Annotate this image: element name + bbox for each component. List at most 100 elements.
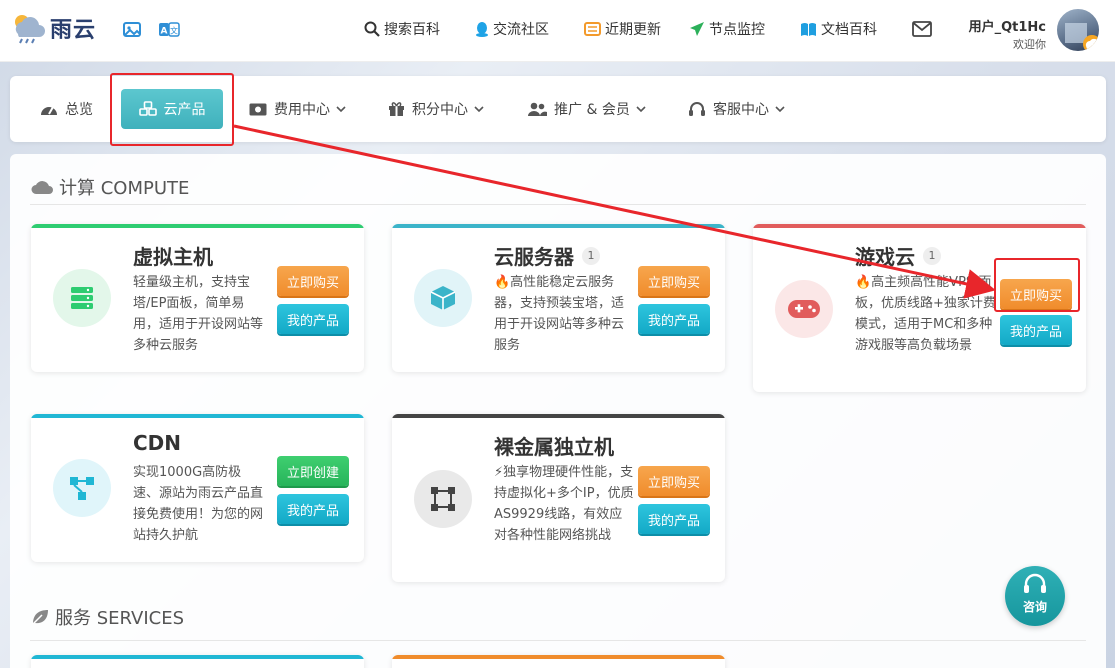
nav-label: 客服中心 [713, 102, 769, 118]
card-stripe [392, 224, 725, 228]
card-stripe [392, 655, 725, 659]
nav-points[interactable]: 积分中心 [388, 76, 484, 142]
product-title-text: CDN [133, 431, 182, 455]
section-title-compute: 计算 COMPUTE [31, 174, 189, 200]
my-products-button[interactable]: 我的产品 [1000, 315, 1072, 345]
buy-button[interactable]: 立即购买 [638, 266, 710, 296]
top-bar: 雨云 A 文 搜索百科 交流社区 近期更新 节点监控 文档百科 用户_Qt1Hc… [0, 0, 1115, 62]
leaf-icon [32, 610, 48, 625]
nav-cloud-products[interactable]: 云产品 [121, 89, 223, 129]
product-icon-wrap [414, 269, 472, 327]
news-icon [584, 22, 601, 36]
user-name: 用户_Qt1Hc [968, 20, 1046, 35]
create-button[interactable]: 立即创建 [277, 456, 349, 486]
product-title: 虚拟主机 [133, 241, 213, 270]
product-desc: 🔥高性能稳定云服务器，支持预装宝塔，适用于开设网站等多种云服务 [494, 275, 625, 353]
paper-plane-icon [690, 22, 704, 36]
product-icon-wrap [414, 470, 472, 528]
translate-icon[interactable]: A 文 [158, 19, 180, 41]
product-desc: ⚡独享物理硬件性能，支持虚拟化+多个IP，优质AS9929线路，有效应对各种性能… [494, 465, 634, 543]
topnav-search[interactable]: 搜索百科 [364, 19, 440, 39]
users-icon [528, 102, 547, 116]
card-stripe [753, 224, 1086, 228]
main-nav: 总览 云产品 费用中心 积分中心 推广 & 会员 客服中心 [10, 76, 1106, 142]
server-icon [71, 287, 93, 309]
count-badge: 1 [582, 246, 600, 265]
card-stripe [31, 224, 364, 228]
topnav-community[interactable]: 交流社区 [475, 19, 549, 39]
buy-button[interactable]: 立即购买 [1000, 279, 1072, 309]
search-icon [364, 21, 380, 37]
card-stripe [31, 414, 364, 418]
brand-logo[interactable]: 雨云 [10, 12, 96, 44]
product-card-baremetal: 裸金属独立机 ⚡独享物理硬件性能，支持虚拟化+多个IP，优质AS9929线路，有… [392, 414, 725, 582]
product-desc: 轻量级主机，支持宝塔/EP面板，简单易用，适用于开设网站等多种云服务 [133, 275, 264, 353]
cubes-icon [138, 101, 157, 116]
headset-icon [1024, 573, 1046, 593]
chevron-down-icon [474, 105, 484, 112]
image-icon[interactable] [122, 19, 144, 41]
nav-referral[interactable]: 推广 & 会员 [528, 76, 646, 142]
consult-button[interactable]: 咨询 [1005, 566, 1065, 626]
avatar-art-icon [1065, 23, 1099, 51]
section-title-text: 计算 COMPUTE [59, 178, 190, 199]
topnav-docs[interactable]: 文档百科 [800, 19, 877, 39]
network-icon [70, 477, 94, 500]
buy-button[interactable]: 立即购买 [277, 266, 349, 296]
product-card-game: 游戏云 1 🔥高主频高性能VPS/面板，优质线路+独家计费模式，适用于MC和多种游… [753, 224, 1086, 392]
topnav-label: 近期更新 [605, 22, 661, 38]
nav-overview[interactable]: 总览 [40, 76, 93, 142]
divider [30, 640, 1086, 641]
card-stripe [31, 655, 364, 659]
nav-label: 总览 [65, 102, 93, 118]
topnav-updates[interactable]: 近期更新 [584, 19, 661, 39]
chevron-down-icon [775, 105, 785, 112]
nav-support[interactable]: 客服中心 [688, 76, 785, 142]
avatar[interactable] [1055, 7, 1101, 53]
mail-icon[interactable] [912, 21, 932, 37]
product-title-text: 裸金属独立机 [494, 435, 614, 459]
nav-billing[interactable]: 费用中心 [249, 76, 346, 142]
product-title: 游戏云 1 [855, 241, 941, 270]
user-greeting: 欢迎你 [1013, 38, 1046, 51]
section-title-services: 服务 SERVICES [31, 604, 184, 630]
product-desc: 🔥高主频高性能VPS/面板，优质线路+独家计费模式，适用于MC和多种游戏服等高负… [855, 275, 996, 353]
my-products-button[interactable]: 我的产品 [638, 504, 710, 534]
cloud-icon [31, 181, 53, 194]
topnav-monitor[interactable]: 节点监控 [689, 19, 765, 39]
divider [30, 204, 1086, 205]
brand-name: 雨云 [50, 18, 97, 43]
topnav-label: 交流社区 [493, 22, 549, 38]
svg-text:文: 文 [170, 26, 178, 36]
cloud-rain-logo-icon [15, 15, 45, 44]
count-badge: 1 [923, 246, 941, 265]
product-title-text: 云服务器 [494, 245, 574, 269]
product-title: 裸金属独立机 [494, 431, 614, 460]
money-icon [249, 103, 267, 115]
my-products-button[interactable]: 我的产品 [277, 494, 349, 524]
dashboard-icon [41, 106, 57, 115]
nav-label: 积分中心 [412, 102, 468, 118]
gamepad-icon [788, 300, 820, 318]
cube-icon [430, 286, 456, 310]
buy-button[interactable]: 立即购买 [638, 466, 710, 496]
product-icon-wrap [53, 269, 111, 327]
topnav-label: 文档百科 [821, 22, 877, 38]
product-card-cdn: CDN 实现1000G高防极速、源站为雨云产品直接免费使用！为您的网站持久护航 … [31, 414, 364, 562]
product-icon-wrap [53, 459, 111, 517]
product-card-vhost: 虚拟主机 轻量级主机，支持宝塔/EP面板，简单易用，适用于开设网站等多种云服务 … [31, 224, 364, 372]
product-card-partial [31, 655, 364, 668]
user-block[interactable]: 用户_Qt1Hc 欢迎你 [962, 16, 1046, 52]
book-icon [801, 22, 816, 36]
my-products-button[interactable]: 我的产品 [638, 304, 710, 334]
my-products-button[interactable]: 我的产品 [277, 304, 349, 334]
consult-label: 咨询 [1022, 600, 1047, 614]
product-title-text: 虚拟主机 [133, 245, 213, 269]
chevron-down-icon [636, 105, 646, 112]
nav-label: 费用中心 [274, 102, 330, 118]
vector-square-icon [431, 487, 455, 511]
card-stripe [392, 414, 725, 418]
product-title: CDN [133, 431, 181, 455]
topnav-label: 节点监控 [709, 22, 765, 38]
topnav-label: 搜索百科 [384, 22, 440, 38]
